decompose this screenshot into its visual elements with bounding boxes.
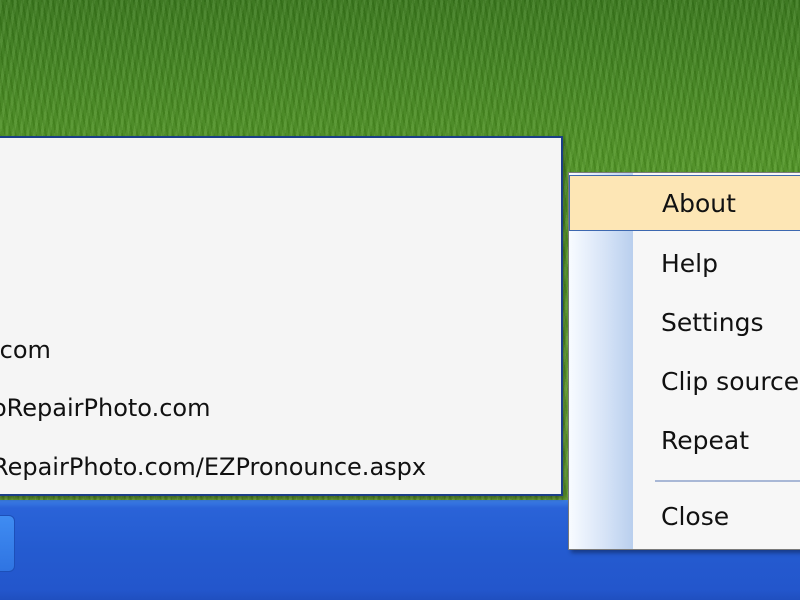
- menu-item-repeat[interactable]: Repeat: [569, 413, 800, 469]
- menu-item-about[interactable]: About: [569, 175, 800, 231]
- info-line-3: RepairPhoto.com/EZPronounce.aspx: [0, 453, 427, 481]
- context-menu: About Help Settings Clip source Repeat C…: [568, 172, 800, 550]
- menu-item-settings[interactable]: Settings: [569, 295, 800, 351]
- menu-item-close[interactable]: Close: [569, 489, 800, 545]
- info-line-2: oRepairPhoto.com: [0, 394, 211, 422]
- taskbar-start-button[interactable]: [0, 515, 15, 572]
- menu-separator: [655, 480, 800, 482]
- info-line-1: .com: [0, 336, 51, 364]
- menu-item-clip-source[interactable]: Clip source: [569, 354, 800, 410]
- info-popup-window: .com oRepairPhoto.com RepairPhoto.com/EZ…: [0, 136, 563, 496]
- menu-item-help[interactable]: Help: [569, 236, 800, 292]
